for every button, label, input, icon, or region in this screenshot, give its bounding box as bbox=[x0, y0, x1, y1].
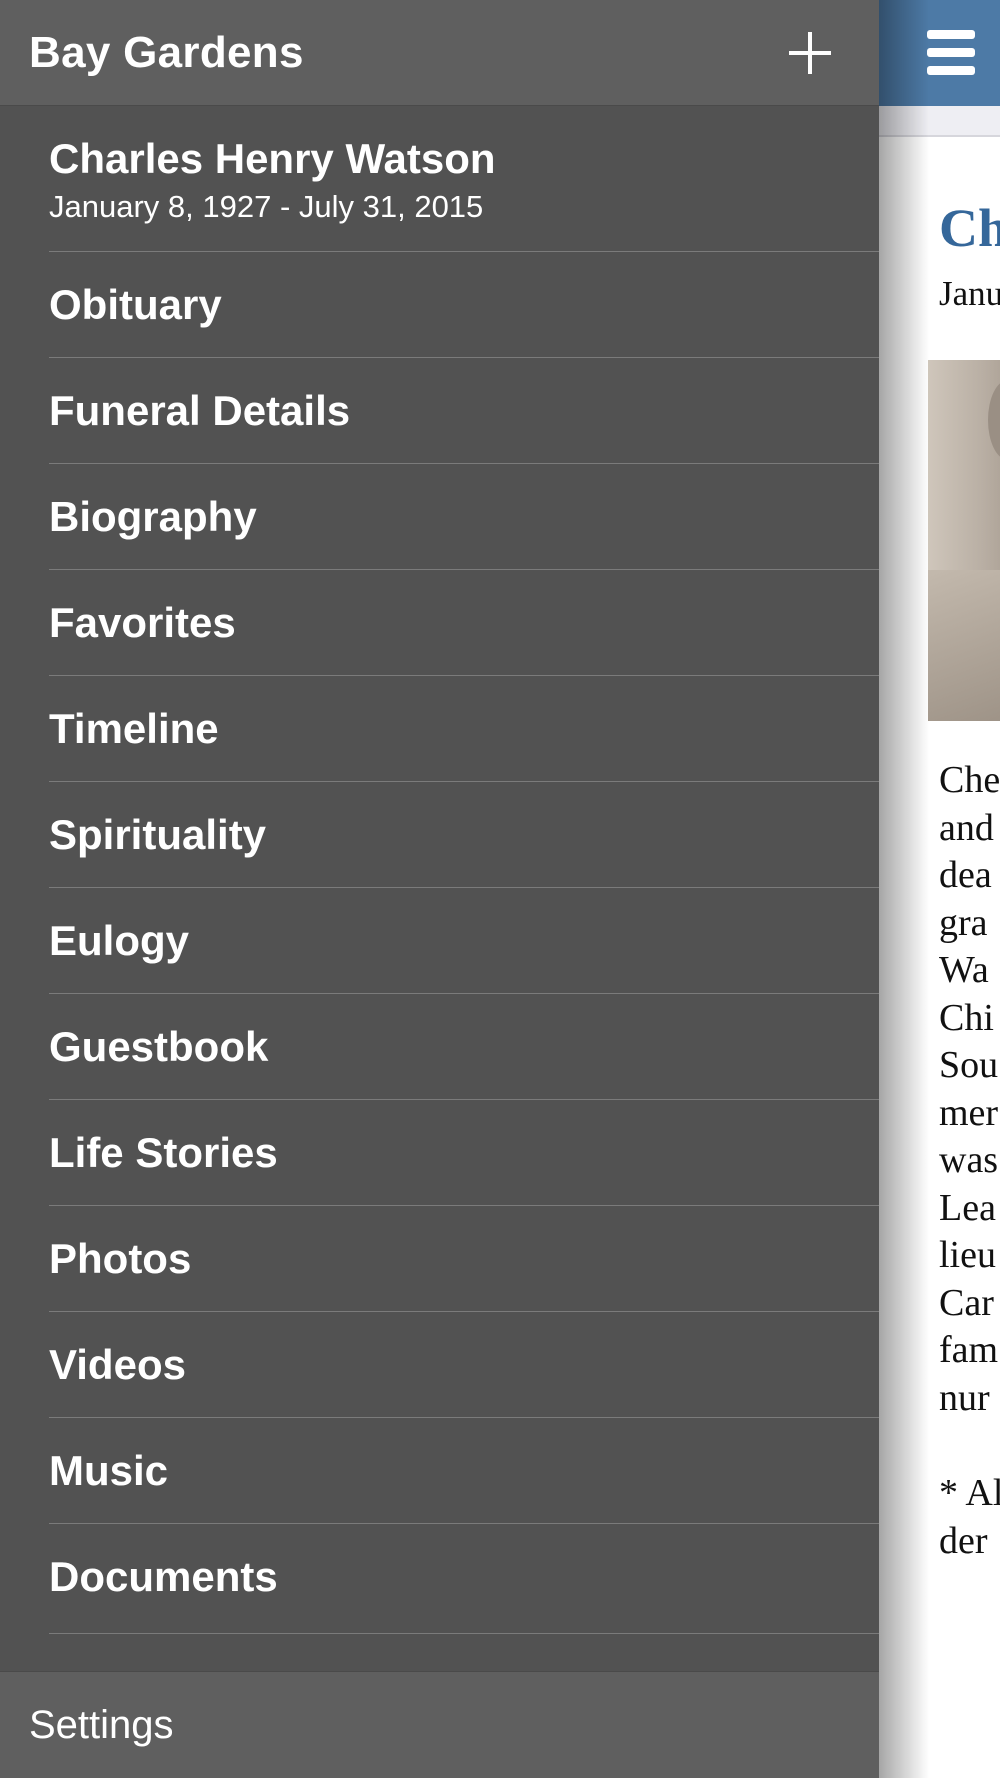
text-line: Che bbox=[939, 759, 1000, 801]
menu-item-label: Obituary bbox=[49, 281, 222, 328]
text-line: der bbox=[939, 1519, 988, 1562]
divider bbox=[49, 569, 879, 570]
text-line: Wa bbox=[939, 949, 989, 991]
text-line: nur bbox=[939, 1376, 990, 1419]
divider bbox=[49, 1205, 879, 1206]
top-bar bbox=[879, 0, 1000, 106]
divider bbox=[49, 1311, 879, 1312]
divider bbox=[49, 463, 879, 464]
main-content[interactable]: Ch Janu Che and dea gra Wa Chi Sou mer w… bbox=[879, 0, 1000, 1778]
text-line: * Al bbox=[939, 1472, 1000, 1514]
obituary-text: Che and dea gra Wa Chi Sou mer was Lea l… bbox=[939, 757, 1000, 1422]
text-line: mer bbox=[939, 1091, 999, 1134]
menu-item-label: Favorites bbox=[49, 599, 236, 646]
menu-item-spirituality[interactable]: Spirituality bbox=[0, 781, 879, 887]
menu-item-funeral-details[interactable]: Funeral Details bbox=[0, 357, 879, 463]
menu-item-label: Spirituality bbox=[49, 811, 267, 858]
person-dates: January 8, 1927 - July 31, 2015 bbox=[49, 189, 484, 224]
person-name: Charles Henry Watson bbox=[49, 135, 496, 182]
text-line: was bbox=[939, 1139, 999, 1181]
menu-list: Obituary Funeral Details Biography Favor… bbox=[0, 251, 879, 1629]
divider bbox=[49, 1633, 879, 1634]
menu-item-timeline[interactable]: Timeline bbox=[0, 675, 879, 781]
text-line: lieu bbox=[939, 1234, 996, 1276]
divider bbox=[49, 781, 879, 782]
text-line: and bbox=[939, 806, 994, 849]
divider bbox=[49, 1417, 879, 1418]
portrait-photo[interactable] bbox=[928, 360, 1000, 721]
menu-item-label: Photos bbox=[49, 1235, 192, 1282]
divider bbox=[49, 993, 879, 994]
navigation-drawer: Bay Gardens Charles Henry Watson January… bbox=[0, 0, 879, 1778]
divider bbox=[49, 1523, 879, 1524]
sub-bar bbox=[879, 106, 1000, 137]
menu-item-eulogy[interactable]: Eulogy bbox=[0, 887, 879, 993]
settings-label: Settings bbox=[29, 1703, 174, 1747]
photo-face bbox=[988, 380, 1000, 460]
menu-item-obituary[interactable]: Obituary bbox=[0, 251, 879, 357]
menu-item-label: Eulogy bbox=[49, 917, 190, 964]
menu-item-guestbook[interactable]: Guestbook bbox=[0, 993, 879, 1099]
app-title: Bay Gardens bbox=[29, 28, 304, 77]
hamburger-menu-icon[interactable] bbox=[927, 30, 975, 76]
divider bbox=[49, 251, 879, 252]
menu-item-biography[interactable]: Biography bbox=[0, 463, 879, 569]
menu-item-label: Guestbook bbox=[49, 1023, 269, 1070]
settings-button[interactable]: Settings bbox=[0, 1671, 879, 1778]
content-dates: Janu bbox=[939, 274, 1000, 313]
menu-item-music[interactable]: Music bbox=[0, 1417, 879, 1523]
menu-item-label: Videos bbox=[49, 1341, 186, 1388]
menu-item-label: Life Stories bbox=[49, 1129, 278, 1176]
divider bbox=[49, 1099, 879, 1100]
profile-summary[interactable]: Charles Henry Watson January 8, 1927 - J… bbox=[0, 107, 879, 251]
obituary-note: * Al der bbox=[939, 1470, 1000, 1565]
plus-icon[interactable] bbox=[787, 30, 833, 76]
photo-jacket bbox=[928, 570, 1000, 721]
text-line: Lea bbox=[939, 1186, 996, 1229]
divider bbox=[49, 887, 879, 888]
menu-item-documents[interactable]: Documents bbox=[0, 1523, 879, 1629]
menu-item-label: Biography bbox=[49, 493, 257, 540]
text-line: dea bbox=[939, 854, 992, 896]
menu-item-favorites[interactable]: Favorites bbox=[0, 569, 879, 675]
text-line: Sou bbox=[939, 1044, 999, 1086]
text-line: fam bbox=[939, 1329, 999, 1371]
menu-item-videos[interactable]: Videos bbox=[0, 1311, 879, 1417]
menu-item-life-stories[interactable]: Life Stories bbox=[0, 1099, 879, 1205]
text-line: Car bbox=[939, 1281, 994, 1324]
text-line: gra bbox=[939, 901, 988, 944]
menu-item-label: Documents bbox=[49, 1553, 278, 1600]
menu-item-label: Music bbox=[49, 1447, 169, 1494]
divider bbox=[49, 675, 879, 676]
divider bbox=[49, 357, 879, 358]
menu-item-label: Timeline bbox=[49, 705, 219, 752]
drawer-header: Bay Gardens bbox=[0, 0, 879, 106]
text-line: Chi bbox=[939, 996, 994, 1039]
menu-item-label: Funeral Details bbox=[49, 387, 351, 434]
menu-item-photos[interactable]: Photos bbox=[0, 1205, 879, 1311]
content-title: Ch bbox=[939, 198, 1000, 258]
